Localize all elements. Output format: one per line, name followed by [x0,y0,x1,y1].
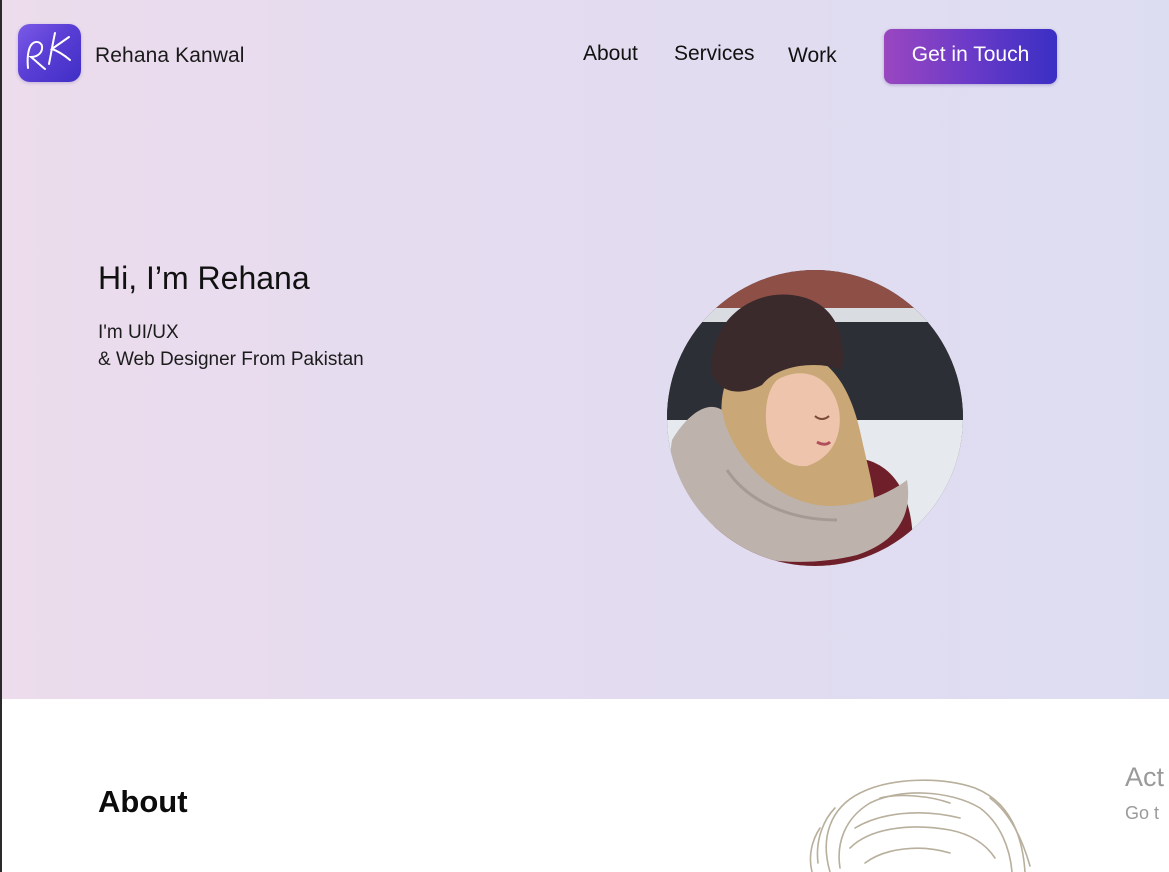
hero-section: Rehana Kanwal About Services Work Get in… [0,0,1169,699]
logo[interactable] [18,24,81,82]
window-edge [0,0,2,872]
hero-subtitle-line1: I'm UI/UX [98,322,179,343]
profile-portrait-image [667,270,963,566]
portfolio-page: Rehana Kanwal About Services Work Get in… [0,0,1169,872]
nav-link-work[interactable]: Work [788,44,837,68]
nav-link-about[interactable]: About [583,42,638,66]
brand-name[interactable]: Rehana Kanwal [95,44,245,68]
nav-link-services[interactable]: Services [674,42,755,66]
rk-monogram-icon [26,32,71,70]
sketch-illustration-image [800,768,1040,872]
get-in-touch-button[interactable]: Get in Touch [884,29,1057,84]
about-section-title: About [98,784,188,819]
watermark-line1: Act [1125,762,1165,792]
hero-title: Hi, I’m Rehana [98,260,310,296]
hero-subtitle-line2: & Web Designer From Pakistan [98,349,364,370]
watermark-line2: Go t [1125,803,1160,823]
